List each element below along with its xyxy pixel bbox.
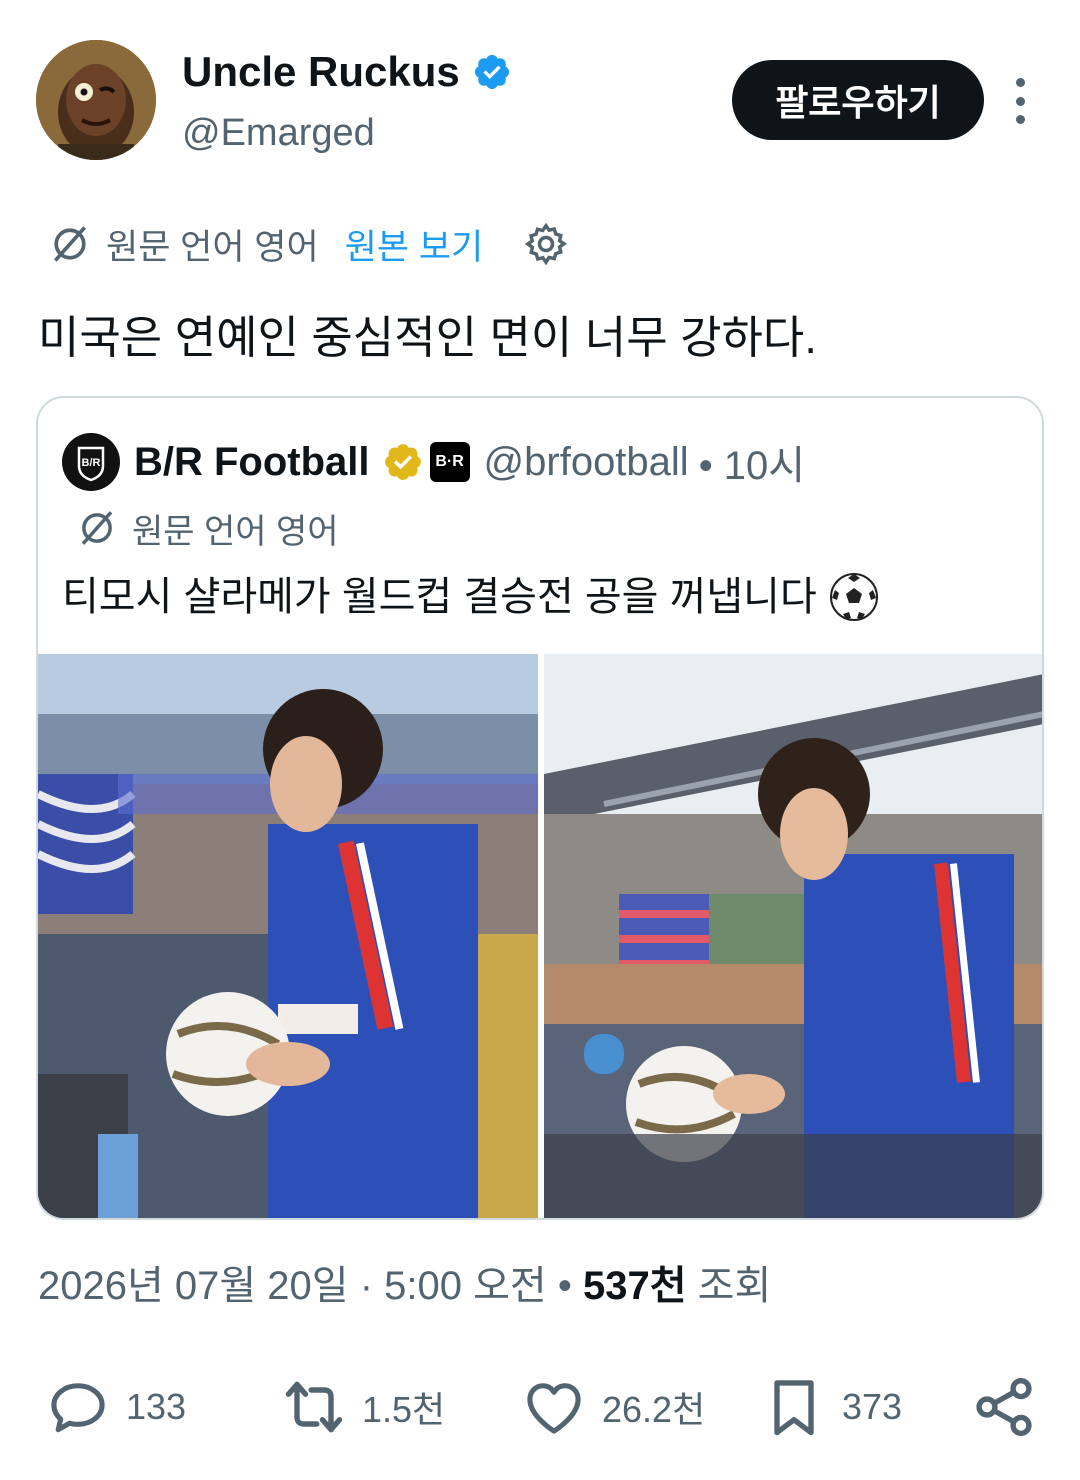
action-bar: 133 1.5천 26.2천 373 [0,1370,1080,1444]
tweet-text: 미국은 연예인 중심적인 면이 너무 강하다. [38,312,817,363]
repost-button[interactable]: 1.5천 [280,1370,445,1444]
affiliate-badge: B·R [429,442,470,482]
quote-avatar[interactable]: B/R [62,433,120,491]
quote-header: B/R B/R Football B·R @brfootball • 10시 [62,433,806,491]
like-icon [527,1383,581,1434]
reply-icon [51,1383,105,1433]
tweet-date[interactable]: 2026년 07월 20일 [38,1264,349,1308]
tweet-meta: 2026년 07월 20일 · 5:00 오전 • 537천 조회 [38,1258,771,1314]
quoted-tweet-card[interactable]: B/R B/R Football B·R @brfootball • 10시 원… [36,396,1044,1220]
author-display-name-row[interactable]: Uncle Ruckus [182,44,512,100]
quote-text: 티모시 샬라메가 월드컵 결승전 공을 꺼냅니다 [62,575,817,619]
tweet-time[interactable]: · 5:00 오전 [360,1264,547,1308]
bookmark-icon [774,1380,814,1436]
translation-notice: 원문 언어 영어 [106,227,319,267]
follow-button[interactable]: 팔로우하기 [732,60,984,140]
like-count: 26.2천 [602,1389,706,1430]
translate-icon [53,226,87,262]
share-icon [976,1377,1032,1437]
quote-time: • 10시 [698,444,806,488]
quote-display-name[interactable]: B/R Football [134,440,370,485]
bookmark-button[interactable]: 373 [760,1370,902,1444]
quote-translation-row: 원문 언어 영어 [76,504,339,552]
quote-photo-1[interactable] [38,654,538,1218]
view-original-link[interactable]: 원본 보기 [345,219,484,270]
views-label: 조회 [697,1264,772,1308]
meta-separator: • [557,1264,572,1308]
translate-icon [81,511,113,545]
soccer-ball-icon [829,573,878,621]
svg-text:B/R: B/R [82,457,101,469]
reply-button[interactable]: 133 [44,1370,186,1444]
share-button[interactable] [970,1370,1038,1444]
quote-text-row: 티모시 샬라메가 월드컵 결승전 공을 꺼냅니다 [62,570,879,624]
like-button[interactable]: 26.2천 [520,1370,705,1444]
translation-row: 원문 언어 영어 원본 보기 [48,218,569,270]
views-count: 537천 [583,1264,687,1308]
bookmark-count: 373 [842,1386,903,1427]
more-options-icon[interactable] [1004,78,1036,124]
settings-gear-icon[interactable] [523,221,569,267]
quote-translation-notice: 원문 언어 영어 [132,512,339,551]
gold-verified-badge-icon [384,444,421,480]
reply-count: 133 [126,1386,187,1427]
author-avatar[interactable] [36,40,156,160]
author-handle[interactable]: @Emarged [182,108,375,158]
verified-badge-icon [474,54,509,90]
repost-icon [285,1381,343,1433]
author-display-name[interactable]: Uncle Ruckus [182,44,460,100]
repost-count: 1.5천 [362,1389,446,1430]
quote-handle[interactable]: @brfootball [484,440,689,485]
quote-photo-2[interactable] [544,654,1042,1218]
